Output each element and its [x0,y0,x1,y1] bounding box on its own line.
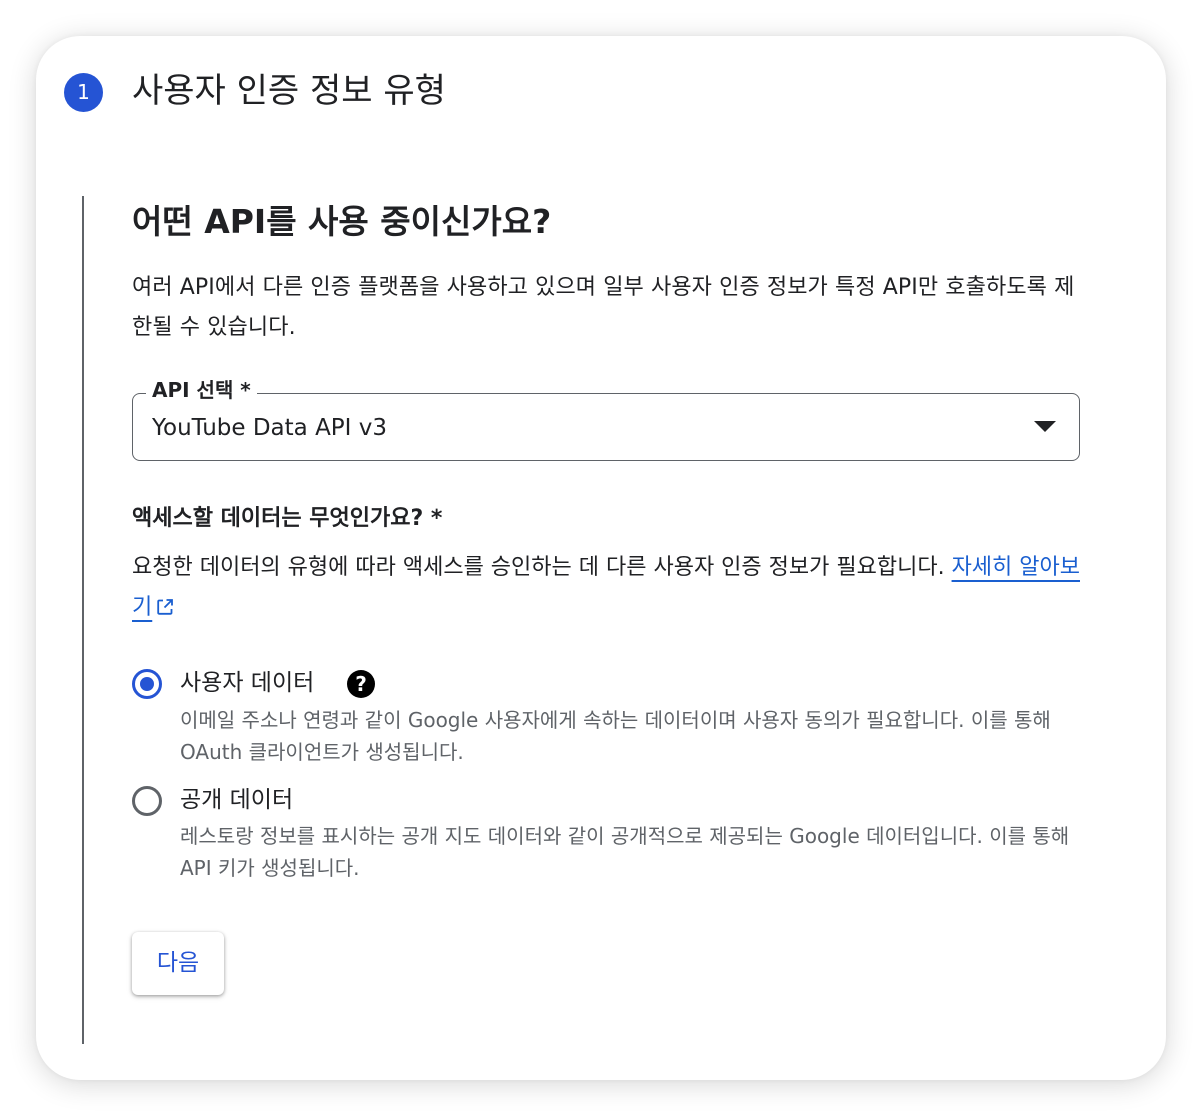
public-data-description: 레스토랑 정보를 표시하는 공개 지도 데이터와 같이 공개적으로 제공되는 G… [180,824,1070,880]
help-icon[interactable]: ? [347,670,375,698]
public-data-label[interactable]: 공개 데이터 [180,782,293,818]
user-data-description: 이메일 주소나 연령과 같이 Google 사용자에게 속하는 데이터이며 사용… [180,708,1051,764]
api-question-heading: 어떤 API를 사용 중이신가요? [132,202,552,241]
user-data-radio[interactable] [132,669,162,699]
step-connector-line [82,196,84,1044]
api-question-description: 여러 API에서 다른 인증 플랫폼을 사용하고 있으며 일부 사용자 인증 정… [132,275,1075,340]
api-select-value[interactable]: YouTube Data API v3 [152,409,387,447]
data-access-description: 요청한 데이터의 유형에 따라 액세스를 승인하는 데 다른 사용자 인증 정보… [132,548,1082,628]
public-data-radio[interactable] [132,786,162,816]
data-access-question: 액세스할 데이터는 무엇인가요? * [132,506,443,531]
open-in-new-icon[interactable] [156,598,174,616]
arrow-drop-down-icon[interactable] [1034,421,1056,432]
data-access-description-text: 요청한 데이터의 유형에 따라 액세스를 승인하는 데 다른 사용자 인증 정보… [132,555,945,580]
api-select-label: API 선택 * [146,375,257,405]
step-title: 사용자 인증 정보 유형 [132,71,446,111]
step-number-badge: 1 [64,73,103,112]
user-data-label[interactable]: 사용자 데이터 [180,665,314,701]
next-button[interactable]: 다음 [132,932,224,995]
